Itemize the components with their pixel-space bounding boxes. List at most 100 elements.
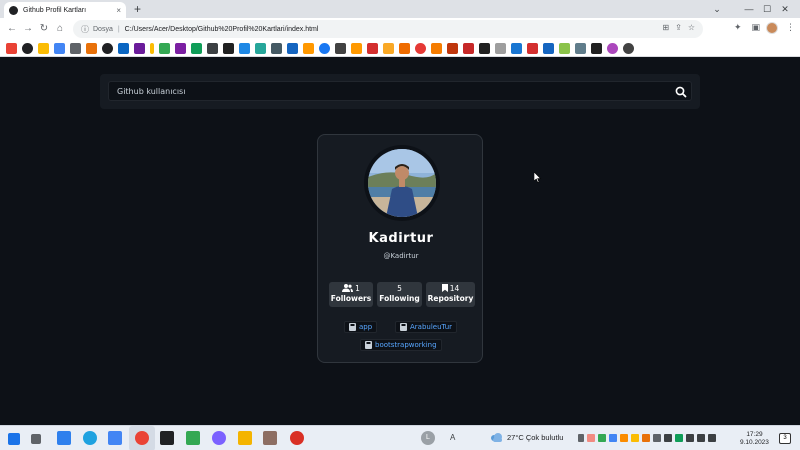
bookmark-icon[interactable] — [303, 42, 314, 54]
repo-link[interactable]: bootstrapworking — [360, 339, 442, 351]
amazon-bookmark-icon[interactable] — [351, 42, 362, 54]
tray-icon[interactable] — [653, 434, 661, 442]
tab-search-icon[interactable]: ⌄ — [702, 0, 732, 18]
facebook-bookmark-icon[interactable] — [319, 42, 330, 54]
search-icon[interactable] — [674, 85, 688, 99]
close-window-button[interactable]: ✕ — [770, 0, 800, 18]
side-panel-icon[interactable]: ▣ — [752, 22, 761, 33]
app-icon[interactable] — [263, 431, 277, 445]
menu-icon[interactable]: ⋮ — [786, 22, 795, 33]
bookmark-icon[interactable] — [575, 42, 586, 54]
store-icon[interactable] — [108, 431, 122, 445]
bookmark-icon[interactable] — [271, 42, 282, 54]
browser-tabstrip: Github Profil Kartları × + ⌄ — ☐ ✕ — [0, 0, 800, 18]
bookmark-icon[interactable] — [86, 42, 97, 54]
task-view-icon[interactable] — [31, 434, 41, 444]
bookmark-icon[interactable] — [335, 42, 346, 54]
bookmark-icon[interactable] — [399, 42, 410, 54]
screen-recorder-icon[interactable] — [290, 431, 304, 445]
terminal-icon[interactable] — [160, 431, 174, 445]
chrome-icon[interactable] — [135, 431, 149, 445]
bookmark-icon[interactable] — [70, 42, 81, 54]
translate-icon[interactable]: ⊞ — [662, 23, 669, 32]
bookmark-icon[interactable] — [607, 42, 618, 54]
volume-icon[interactable] — [697, 434, 705, 442]
bookmark-icon[interactable] — [207, 42, 218, 54]
bookmark-icon[interactable] — [38, 42, 49, 54]
bookmark-icon[interactable] — [623, 42, 634, 54]
tray-icon[interactable] — [675, 434, 683, 442]
tray-icon[interactable] — [642, 434, 650, 442]
tray-icon[interactable] — [664, 434, 672, 442]
info-icon[interactable]: ⓘ — [81, 24, 89, 35]
forward-icon[interactable]: → — [22, 23, 34, 35]
accessibility-icon[interactable]: A — [450, 433, 455, 442]
bookmark-icon[interactable] — [287, 42, 298, 54]
linkedin-bookmark-icon[interactable] — [118, 42, 129, 54]
bookmark-icon[interactable] — [527, 42, 538, 54]
bookmark-icon[interactable] — [255, 42, 266, 54]
bookmark-icon[interactable] — [383, 42, 394, 54]
bookmark-icon[interactable] — [150, 42, 154, 54]
new-tab-button[interactable]: + — [134, 2, 141, 16]
github-bookmark-icon[interactable] — [102, 42, 113, 54]
address-bar[interactable]: ⓘ Dosya | C:/Users/Acer/Desktop/Github%2… — [73, 20, 703, 38]
bookmark-icon[interactable] — [463, 42, 474, 54]
address-separator: | — [117, 25, 120, 33]
profile-avatar-icon[interactable] — [766, 22, 778, 34]
bookmark-icon[interactable] — [6, 42, 17, 54]
repo-icon — [400, 323, 407, 331]
bookmark-icon[interactable] — [22, 42, 33, 54]
tray-icon[interactable] — [620, 434, 628, 442]
bookmark-star-icon[interactable]: ☆ — [688, 23, 695, 32]
browser-toolbar: ← → ↻ ⌂ ⓘ Dosya | C:/Users/Acer/Desktop/… — [0, 18, 800, 40]
edge-icon[interactable] — [83, 431, 97, 445]
followers-stat: 1 Followers — [329, 282, 373, 307]
bookmark-icon[interactable] — [447, 42, 458, 54]
bookmark-icon[interactable] — [511, 42, 522, 54]
clock[interactable]: 17:29 9.10.2023 — [740, 431, 769, 447]
sourcetree-icon[interactable] — [186, 431, 200, 445]
bookmark-icon[interactable] — [175, 42, 186, 54]
bookmark-icon[interactable] — [431, 42, 442, 54]
windows-start-icon[interactable] — [8, 433, 20, 445]
file-explorer-icon[interactable] — [238, 431, 252, 445]
tab-close-icon[interactable]: × — [116, 6, 121, 15]
app-icon[interactable] — [212, 431, 226, 445]
wifi-icon[interactable] — [686, 434, 694, 442]
tray-icon[interactable] — [598, 434, 606, 442]
vscode-icon[interactable] — [57, 431, 71, 445]
reload-icon[interactable]: ↻ — [38, 23, 50, 35]
repo-link[interactable]: app — [344, 321, 378, 333]
search-panel — [100, 74, 700, 109]
bookmark-icon[interactable] — [495, 42, 506, 54]
tray-icon[interactable] — [587, 434, 595, 442]
browser-tab[interactable]: Github Profil Kartları × — [4, 2, 126, 18]
notifications-icon[interactable]: 3 — [779, 433, 791, 444]
github-username-input[interactable] — [108, 81, 692, 101]
repo-link[interactable]: ArabuleuTur — [395, 321, 458, 333]
share-icon[interactable]: ⇪ — [675, 23, 682, 32]
extensions-icon[interactable]: ✦ — [734, 22, 742, 33]
widgets-icon[interactable]: L — [421, 431, 435, 445]
weather-widget[interactable]: 27°C Çok bulutlu — [490, 433, 563, 442]
bookmark-icon[interactable] — [223, 42, 234, 54]
home-icon[interactable]: ⌂ — [54, 23, 66, 35]
battery-icon[interactable] — [708, 434, 716, 442]
bookmark-icon[interactable] — [543, 42, 554, 54]
chevron-up-icon[interactable] — [578, 434, 584, 442]
bookmark-icon[interactable] — [367, 42, 378, 54]
address-url[interactable]: C:/Users/Acer/Desktop/Github%20Profil%20… — [125, 26, 319, 33]
bookmark-icon[interactable] — [479, 42, 490, 54]
bookmark-icon[interactable] — [591, 42, 602, 54]
bluetooth-icon[interactable] — [609, 434, 617, 442]
bookmark-icon[interactable] — [239, 42, 250, 54]
bookmark-icon[interactable] — [191, 42, 202, 54]
bookmark-icon[interactable] — [415, 42, 426, 54]
bookmark-icon[interactable] — [159, 42, 170, 54]
bookmark-icon[interactable] — [54, 42, 65, 54]
bookmark-icon[interactable] — [559, 42, 570, 54]
back-icon[interactable]: ← — [6, 23, 18, 35]
bookmark-icon[interactable] — [134, 42, 145, 54]
tray-icon[interactable] — [631, 434, 639, 442]
